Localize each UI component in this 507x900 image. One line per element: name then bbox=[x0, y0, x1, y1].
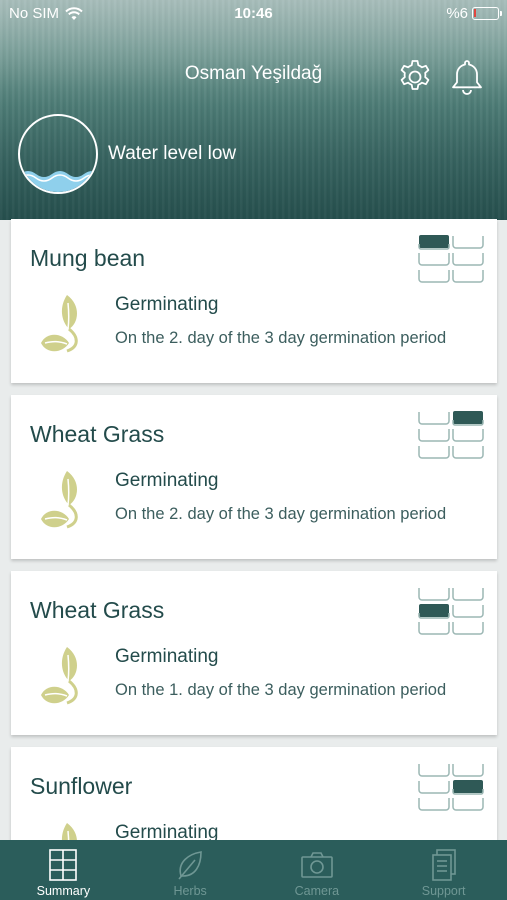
plant-status: Germinating bbox=[115, 294, 219, 315]
tab-label-summary: Summary bbox=[36, 884, 91, 898]
tab-label-camera: Camera bbox=[294, 884, 340, 898]
plant-card[interactable]: Mung bean Germinating On the 2. day of the… bbox=[11, 219, 497, 383]
gear-icon[interactable] bbox=[396, 58, 434, 96]
slot-grid-icon bbox=[418, 764, 484, 811]
plant-name: Mung bean bbox=[30, 245, 146, 271]
plant-name: Sunflower bbox=[30, 773, 133, 799]
battery-icon bbox=[472, 7, 502, 20]
plant-card[interactable]: Wheat Grass Germinating On the 2. day of t… bbox=[11, 395, 497, 559]
plant-name: Wheat Grass bbox=[30, 597, 165, 623]
slot-grid-icon bbox=[418, 411, 484, 459]
tab-support[interactable]: Support bbox=[380, 840, 507, 900]
sprout-icon bbox=[41, 295, 78, 353]
germination-progress-text: On the 2. day of the 3 day germination p… bbox=[115, 329, 447, 347]
battery-percent: %6 bbox=[446, 5, 468, 22]
slot-grid-icon bbox=[418, 235, 484, 283]
leaf-icon bbox=[178, 851, 202, 880]
battery-info: %6 bbox=[446, 5, 502, 22]
clock: 10:46 bbox=[234, 5, 273, 22]
germination-progress-text: On the 1. day of the 3 day germination p… bbox=[115, 681, 447, 699]
tab-label-support: Support bbox=[421, 884, 466, 898]
slot-grid-icon bbox=[418, 588, 484, 635]
plant-card[interactable]: Wheat Grass Germinating On the 1. day of t… bbox=[11, 571, 497, 735]
tab-summary[interactable]: Summary bbox=[0, 840, 127, 900]
bell-icon[interactable] bbox=[448, 58, 486, 96]
sprout-icon bbox=[41, 471, 78, 529]
tab-bar: Summary Herbs Camera Support bbox=[0, 840, 507, 900]
germination-progress-text: On the 2. day of the 3 day germination p… bbox=[115, 505, 447, 523]
tab-label-herbs: Herbs bbox=[173, 884, 207, 898]
plant-name: Wheat Grass bbox=[30, 421, 165, 447]
plant-status: Germinating bbox=[115, 470, 219, 491]
tab-camera[interactable]: Camera bbox=[254, 840, 381, 900]
water-level-label: Water level low bbox=[108, 143, 237, 164]
summary-icon bbox=[49, 849, 78, 881]
tab-herbs[interactable]: Herbs bbox=[127, 840, 254, 900]
support-icon bbox=[431, 849, 456, 881]
status-bar: No SIM 10:46 %6 bbox=[0, 0, 507, 28]
plant-status: Germinating bbox=[115, 646, 219, 667]
camera-icon bbox=[301, 852, 333, 878]
sprout-icon bbox=[41, 647, 78, 705]
water-level-icon[interactable] bbox=[18, 114, 98, 194]
